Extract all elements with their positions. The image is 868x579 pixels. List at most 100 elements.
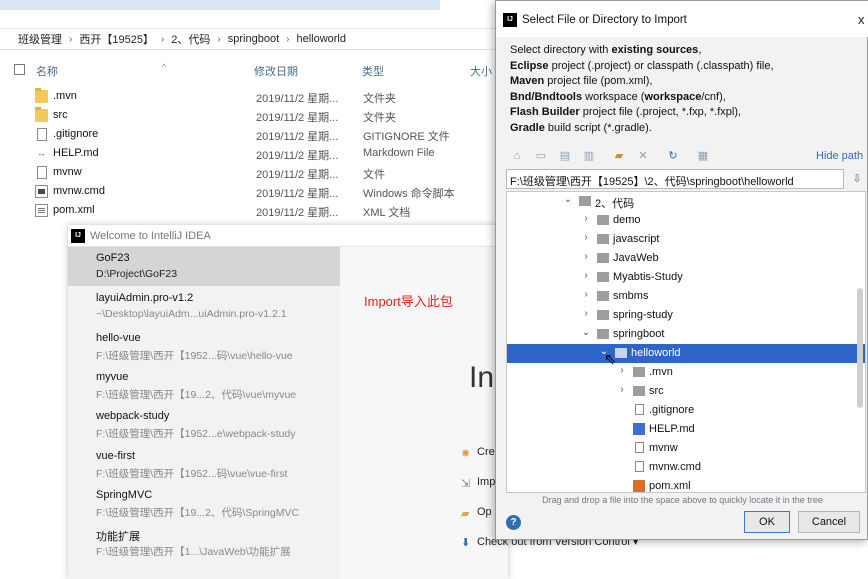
chevron-right-icon[interactable]: › xyxy=(617,365,627,376)
recent-project-path: F:\班级管理\西开【19...2、代码\SpringMVC xyxy=(96,507,300,519)
file-name: .mvn xyxy=(53,90,77,102)
dialog-title: Select File or Directory to Import xyxy=(522,14,687,26)
tree-node-selected[interactable]: ⌄ helloworld xyxy=(507,344,865,363)
recent-project-item[interactable]: vue-first F:\班级管理\西开【1952...码\vue\vue-fi… xyxy=(68,445,340,484)
file-row[interactable]: .gitignore 2019/11/2 星期... GITIGNORE 文件 xyxy=(0,125,500,144)
folder-icon xyxy=(579,196,591,206)
recent-project-item[interactable]: 功能扩展 F:\班级管理\西开【1...\JavaWeb\功能扩展 xyxy=(68,523,340,562)
tree-node[interactable]: › javascript xyxy=(507,230,865,249)
project-icon[interactable]: ▤ xyxy=(558,149,572,163)
directory-tree[interactable]: ⌄ 2、代码 › demo › javascript › JavaWeb › M… xyxy=(506,191,866,493)
ok-button[interactable]: OK xyxy=(744,511,790,533)
folder-icon xyxy=(597,253,609,263)
desktop-icon[interactable]: ▭ xyxy=(534,149,548,163)
welcome-heading-text: In xyxy=(469,361,495,394)
folder-icon xyxy=(597,272,609,282)
red-annotation-text: Import导入此包 xyxy=(364,294,453,309)
recent-project-path: F:\班级管理\西开【1952...码\vue\hello-vue xyxy=(96,350,293,362)
chevron-down-icon[interactable]: ⌄ xyxy=(581,327,591,338)
breadcrumb-item[interactable]: 班级管理 xyxy=(18,31,62,47)
tree-node-label: .mvn xyxy=(649,366,673,378)
tree-node[interactable]: › smbms xyxy=(507,287,865,306)
chevron-right-icon[interactable]: › xyxy=(581,308,591,319)
chevron-right-icon[interactable]: › xyxy=(581,232,591,243)
breadcrumb-item[interactable]: springboot xyxy=(228,33,279,45)
folder-icon xyxy=(633,367,645,377)
folder-icon xyxy=(597,215,609,225)
help-button[interactable]: ? xyxy=(506,515,521,530)
tree-node[interactable]: ⌄ 2、代码 xyxy=(507,192,865,211)
file-date: 2019/11/2 星期... xyxy=(256,93,339,105)
dialog-titlebar[interactable]: IJ Select File or Directory to Import x xyxy=(496,1,868,37)
breadcrumb-item[interactable]: helloworld xyxy=(296,33,346,45)
folder-icon xyxy=(597,291,609,301)
recent-project-name: SpringMVC xyxy=(96,489,153,501)
recent-projects-list: GoF23 D:\Project\GoF23 layuiAdmin.pro-v1… xyxy=(68,247,340,579)
home-icon[interactable]: ⌂ xyxy=(510,149,524,163)
file-row[interactable]: .mvn 2019/11/2 星期... 文件夹 xyxy=(0,87,500,106)
tree-node-label: mvnw xyxy=(649,442,678,454)
tree-node[interactable]: › spring-study xyxy=(507,306,865,325)
recent-project-item[interactable]: SpringMVC F:\班级管理\西开【19...2、代码\SpringMVC xyxy=(68,484,340,523)
breadcrumb-item[interactable]: 西开【19525】 xyxy=(79,31,154,47)
chevron-right-icon[interactable]: › xyxy=(581,251,591,262)
tree-node[interactable]: › Myabtis-Study xyxy=(507,268,865,287)
file-type: 文件夹 xyxy=(363,112,396,124)
tree-node[interactable]: mvnw.cmd xyxy=(507,458,865,477)
tree-node[interactable]: ⌄ springboot xyxy=(507,325,865,344)
column-header-date[interactable]: 修改日期 xyxy=(254,63,298,79)
breadcrumb-separator-icon: › xyxy=(160,33,165,45)
column-header-name[interactable]: 名称 ^ xyxy=(36,62,166,79)
recent-project-item[interactable]: webpack-study F:\班级管理\西开【1952...e\webpac… xyxy=(68,405,340,444)
recent-project-item[interactable]: layuiAdmin.pro-v1.2 ~\Desktop\layuiAdm..… xyxy=(68,287,340,326)
tree-node[interactable]: HELP.md xyxy=(507,420,865,439)
file-row[interactable]: mvnw 2019/11/2 星期... 文件 xyxy=(0,163,500,182)
drag-drop-hint: Drag and drop a file into the space abov… xyxy=(542,495,823,505)
file-icon xyxy=(37,128,47,141)
tree-node[interactable]: › src xyxy=(507,382,865,401)
file-row[interactable]: pom.xml 2019/11/2 星期... XML 文档 xyxy=(0,201,500,220)
path-input[interactable]: F:\班级管理\西开【19525】\2、代码\springboot\hellow… xyxy=(506,169,844,189)
recent-project-item[interactable]: myvue F:\班级管理\西开【19...2、代码\vue\myvue xyxy=(68,366,340,405)
dialog-description: Select directory with existing sources, … xyxy=(510,44,774,134)
action-label: Imp xyxy=(477,476,496,488)
tree-node[interactable]: mvnw xyxy=(507,439,865,458)
show-hidden-icon[interactable]: ▦ xyxy=(696,149,710,163)
recent-project-name: layuiAdmin.pro-v1.2 xyxy=(96,292,194,304)
file-row[interactable]: ↔ HELP.md 2019/11/2 星期... Markdown File xyxy=(0,144,500,163)
file-date: 2019/11/2 星期... xyxy=(256,188,339,200)
new-folder-icon[interactable]: ▰ xyxy=(612,149,626,163)
breadcrumb[interactable]: 班级管理 › 西开【19525】 › 2、代码 › springboot › h… xyxy=(0,28,500,50)
file-date: 2019/11/2 星期... xyxy=(256,112,339,124)
hide-path-link[interactable]: Hide path xyxy=(816,150,863,162)
tree-node[interactable]: pom.xml xyxy=(507,477,865,492)
path-history-icon[interactable]: ⇩ xyxy=(848,170,866,188)
tree-scrollbar[interactable] xyxy=(857,288,863,408)
recent-project-item[interactable]: hello-vue F:\班级管理\西开【1952...码\vue\hello-… xyxy=(68,327,340,366)
action-label: Cre xyxy=(477,446,495,458)
tree-node[interactable]: › .mvn xyxy=(507,363,865,382)
select-all-checkbox[interactable] xyxy=(14,64,25,75)
tree-node[interactable]: › demo xyxy=(507,211,865,230)
module-icon[interactable]: ▥ xyxy=(582,149,596,163)
file-row[interactable]: src 2019/11/2 星期... 文件夹 xyxy=(0,106,500,125)
intellij-logo-icon: IJ xyxy=(71,229,85,243)
chevron-right-icon[interactable]: › xyxy=(617,384,627,395)
chevron-down-icon[interactable]: ⌄ xyxy=(563,194,573,205)
column-header-size[interactable]: 大小 xyxy=(470,63,492,79)
welcome-titlebar[interactable]: IJ Welcome to IntelliJ IDEA xyxy=(68,225,508,247)
refresh-icon[interactable]: ↻ xyxy=(666,149,680,163)
column-header-type[interactable]: 类型 xyxy=(362,63,384,79)
file-row[interactable]: mvnw.cmd 2019/11/2 星期... Windows 命令脚本 xyxy=(0,182,500,201)
chevron-right-icon[interactable]: › xyxy=(581,270,591,281)
cancel-button[interactable]: Cancel xyxy=(798,511,860,533)
delete-icon[interactable]: ✕ xyxy=(636,149,650,163)
close-icon[interactable]: x xyxy=(858,12,865,27)
chevron-right-icon[interactable]: › xyxy=(581,213,591,224)
recent-project-item[interactable]: GoF23 D:\Project\GoF23 xyxy=(68,247,340,286)
tree-node[interactable]: › JavaWeb xyxy=(507,249,865,268)
chevron-right-icon[interactable]: › xyxy=(581,289,591,300)
tree-node[interactable]: .gitignore xyxy=(507,401,865,420)
folder-icon xyxy=(597,234,609,244)
breadcrumb-item[interactable]: 2、代码 xyxy=(171,31,210,47)
